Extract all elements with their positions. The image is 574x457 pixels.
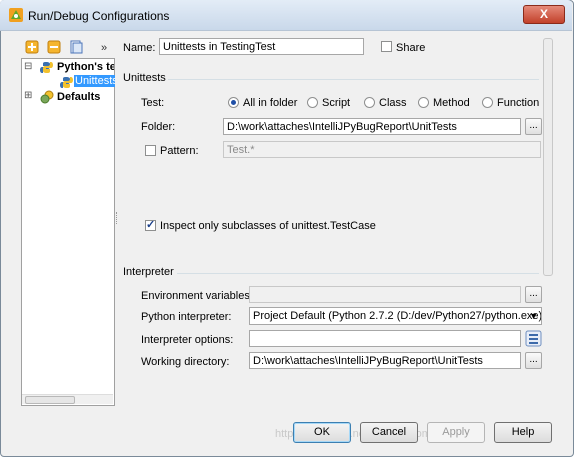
tree-horizontal-scrollbar[interactable] xyxy=(22,394,113,404)
test-radio-function[interactable] xyxy=(482,97,493,108)
test-radio-method[interactable] xyxy=(418,97,429,108)
name-input[interactable]: Unittests in TestingTest xyxy=(159,38,364,55)
section-divider xyxy=(177,273,539,274)
add-configuration-icon[interactable] xyxy=(25,40,39,54)
share-checkbox[interactable] xyxy=(381,41,392,52)
scrollbar-thumb[interactable] xyxy=(543,38,553,276)
test-option-script: Script xyxy=(322,97,351,109)
env-variables-input[interactable] xyxy=(249,286,521,303)
inspect-subclasses-checkbox[interactable] xyxy=(145,218,156,231)
splitter-handle[interactable] xyxy=(116,212,119,224)
help-button[interactable]: Help xyxy=(494,422,552,443)
configuration-tree[interactable]: ⊟ Python's te Unittests ⊞ Defaults xyxy=(21,58,115,406)
python-interpreter-label: Python interpreter: xyxy=(141,311,232,323)
folder-browse-button[interactable]: ... xyxy=(525,118,542,135)
folder-label: Folder: xyxy=(141,121,176,133)
inspect-subclasses-label: Inspect only subclasses of unittest.Test… xyxy=(160,220,376,232)
more-toolbar-icon[interactable]: » xyxy=(101,42,107,54)
remove-configuration-icon[interactable] xyxy=(47,40,61,54)
test-label: Test: xyxy=(141,97,165,109)
interpreter-options-input[interactable] xyxy=(249,330,521,347)
env-variables-label: Environment variables: xyxy=(141,290,253,302)
interpreter-options-label: Interpreter options: xyxy=(141,334,234,346)
tree-collapse-icon[interactable]: ⊟ xyxy=(24,61,32,72)
test-option-all-in-folder: All in folder xyxy=(243,97,298,109)
unittest-icon xyxy=(60,77,73,88)
env-variables-browse-button[interactable]: ... xyxy=(525,286,542,303)
chevron-down-icon: ▼ xyxy=(529,311,538,321)
cancel-button[interactable]: Cancel xyxy=(360,422,418,443)
close-button[interactable]: X xyxy=(523,5,565,24)
tree-expand-icon[interactable]: ⊞ xyxy=(24,90,32,101)
tree-item-defaults[interactable]: Defaults xyxy=(57,91,100,103)
pattern-label: Pattern: xyxy=(160,145,199,157)
vertical-scrollbar[interactable] xyxy=(543,38,553,406)
test-option-method: Method xyxy=(433,97,470,109)
pattern-input[interactable]: Test.* xyxy=(223,141,541,158)
test-radio-script[interactable] xyxy=(307,97,318,108)
title-bar[interactable]: Run/Debug Configurations X xyxy=(0,0,572,31)
app-icon xyxy=(9,8,23,22)
working-directory-input[interactable]: D:\work\attaches\IntelliJPyBugReport\Uni… xyxy=(249,352,521,369)
python-interpreter-value: Project Default (Python 2.7.2 (D:/dev/Py… xyxy=(253,310,542,322)
section-divider xyxy=(168,79,539,80)
apply-button[interactable]: Apply xyxy=(427,422,485,443)
defaults-icon xyxy=(40,90,54,104)
unittests-section-title: Unittests xyxy=(123,72,166,84)
window-title: Run/Debug Configurations xyxy=(28,9,170,23)
expand-editor-icon[interactable] xyxy=(525,330,542,347)
tree-item-pythons-test[interactable]: Python's te xyxy=(57,61,114,73)
copy-configuration-icon[interactable] xyxy=(69,40,83,54)
python-interpreter-select[interactable]: Project Default (Python 2.7.2 (D:/dev/Py… xyxy=(249,307,542,325)
scrollbar-thumb[interactable] xyxy=(25,396,75,404)
test-radio-all-in-folder[interactable] xyxy=(228,97,239,108)
test-option-function: Function xyxy=(497,97,540,109)
working-directory-label: Working directory: xyxy=(141,356,230,368)
folder-input[interactable]: D:\work\attaches\IntelliJPyBugReport\Uni… xyxy=(223,118,521,135)
test-radio-class[interactable] xyxy=(364,97,375,108)
tree-item-unittests[interactable]: Unittests xyxy=(74,75,115,87)
working-directory-browse-button[interactable]: ... xyxy=(525,352,542,369)
interpreter-section-title: Interpreter xyxy=(123,266,174,278)
ok-button[interactable]: OK xyxy=(293,422,351,443)
pattern-checkbox[interactable] xyxy=(145,145,156,156)
test-option-class: Class xyxy=(379,97,407,109)
name-label: Name: xyxy=(123,42,156,54)
python-icon xyxy=(40,62,53,73)
share-label: Share xyxy=(396,42,426,54)
